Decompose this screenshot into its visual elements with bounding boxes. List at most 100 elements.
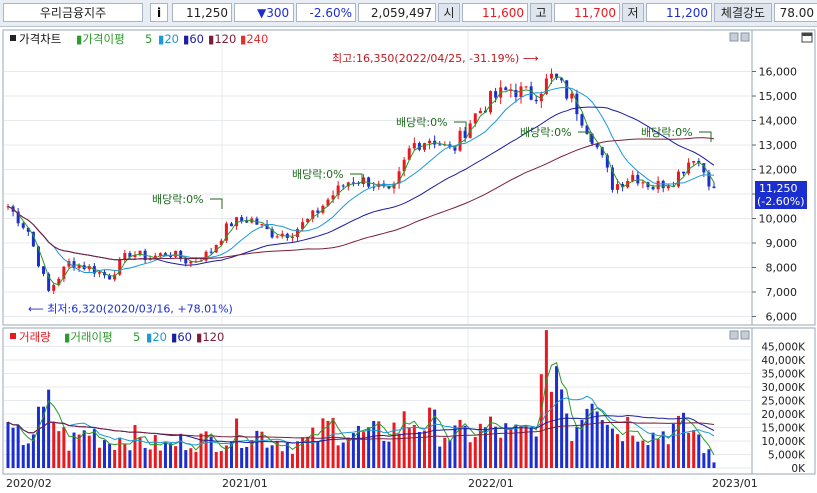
stock-chart[interactable]: 16,00015,00014,00013,00012,00011,00010,0… — [0, 26, 817, 493]
volume-bar — [641, 440, 645, 468]
volume-bar — [402, 411, 406, 468]
low-value: 11,200 — [646, 3, 712, 22]
volume-bar — [422, 430, 426, 468]
volume-bar — [555, 366, 559, 468]
volume-bar — [656, 439, 660, 468]
candle-body — [240, 217, 244, 221]
volume-bar — [626, 417, 630, 468]
volume-bar — [52, 421, 56, 468]
price-legend-ma60: ▮60 — [183, 32, 204, 46]
volume-bar — [285, 443, 289, 468]
candle-body — [204, 251, 208, 261]
candle-body — [534, 99, 538, 102]
price-tick-label: 16,000 — [759, 66, 798, 79]
volume-bar — [590, 403, 594, 468]
volume-tick-label: 5,000K — [768, 450, 806, 462]
candle-body — [422, 143, 426, 150]
price-legend-ma120: ▮120 — [208, 32, 236, 46]
quote-bar: 우리금융지주 i 11,250 ▼300 -2.60% 2,059,497 시 … — [0, 0, 817, 27]
volume-legend-ma5: 5 — [133, 330, 140, 344]
date-tick-label: 2023/01 — [712, 477, 758, 490]
volume-bar — [595, 411, 599, 468]
volume-tick-label: 25,000K — [761, 396, 806, 408]
volume-bar — [331, 417, 335, 468]
candle-body — [478, 110, 482, 114]
close-icon[interactable] — [740, 330, 750, 340]
candle-body — [595, 143, 599, 148]
volume-bar — [499, 437, 503, 468]
volume-bar — [529, 427, 533, 468]
candle-body — [341, 185, 345, 187]
minimize-icon[interactable] — [729, 330, 739, 340]
volume-bar — [519, 425, 523, 468]
candle-body — [514, 89, 518, 97]
price-legend-ma5: 5 — [145, 32, 152, 46]
candle-body — [42, 266, 46, 274]
volume-bar — [270, 445, 274, 468]
volume-bar — [362, 432, 366, 468]
volume-bar — [194, 451, 198, 468]
volume-bar — [514, 424, 518, 468]
price-tick-label: 8,000 — [766, 262, 798, 275]
candle-body — [290, 236, 294, 238]
volume-value: 2,059,497 — [358, 3, 436, 22]
stock-name-field[interactable]: 우리금융지주 — [3, 3, 143, 22]
volume-bar — [494, 426, 498, 468]
candle-body — [351, 182, 355, 184]
candle-body — [458, 130, 462, 151]
change-pct-value: -2.60% — [296, 3, 356, 22]
volume-bar — [443, 437, 447, 468]
price-tick-label: 7,000 — [766, 286, 798, 299]
volume-bar — [377, 421, 381, 468]
volume-bar — [671, 423, 675, 468]
dividend-annotation: 배당락:0% — [152, 193, 204, 206]
candle-body — [615, 184, 619, 190]
date-tick-label: 2022/01 — [468, 477, 514, 490]
volume-bar — [610, 428, 614, 468]
volume-bar — [676, 415, 680, 468]
candle-body — [549, 73, 553, 79]
volume-bar — [265, 447, 269, 468]
volume-bar — [240, 447, 244, 468]
volume-bar — [189, 448, 193, 468]
volume-bar — [387, 441, 391, 468]
candle-body — [123, 253, 127, 260]
volume-bar — [433, 409, 437, 468]
volume-bar — [544, 330, 548, 468]
volume-legend-ma120: ▮120 — [196, 330, 224, 344]
volume-bar — [82, 430, 86, 468]
candle-body — [580, 114, 584, 126]
low-annotation: ⟵ 최저:6,320(2020/03/16, +78.01%) — [28, 303, 233, 316]
volume-bar — [392, 422, 396, 468]
candle-body — [438, 144, 442, 146]
volume-bar — [712, 462, 716, 468]
candle-body — [494, 91, 498, 98]
info-icon[interactable]: i — [150, 3, 168, 22]
candle-body — [692, 161, 696, 163]
candle-body — [682, 171, 686, 174]
volume-bar — [565, 413, 569, 468]
candle-body — [428, 140, 432, 144]
volume-bar — [367, 427, 371, 468]
volume-bar — [534, 436, 538, 468]
volume-bar — [128, 450, 132, 468]
close-icon[interactable] — [740, 32, 750, 42]
minimize-icon[interactable] — [729, 32, 739, 42]
volume-bar — [412, 424, 416, 468]
volume-bar — [245, 446, 249, 468]
price-tick-label: 14,000 — [759, 115, 798, 128]
volume-bar — [692, 430, 696, 468]
dividend-annotation: 배당락:0% — [396, 116, 448, 129]
price-tick-label: 10,000 — [759, 213, 798, 226]
volume-bar — [428, 407, 432, 468]
candle-body — [636, 174, 640, 184]
volume-bar — [143, 447, 147, 468]
volume-tick-label: 45,000K — [761, 342, 806, 354]
volume-bar — [11, 427, 15, 468]
volume-bar — [57, 431, 61, 468]
volume-bar — [158, 450, 162, 468]
volume-bar — [87, 435, 91, 468]
volume-legend-ma-label: ▮거래이평 — [64, 330, 113, 344]
price-tick-label: 12,000 — [759, 164, 798, 177]
volume-tick-label: 40,000K — [761, 355, 806, 367]
